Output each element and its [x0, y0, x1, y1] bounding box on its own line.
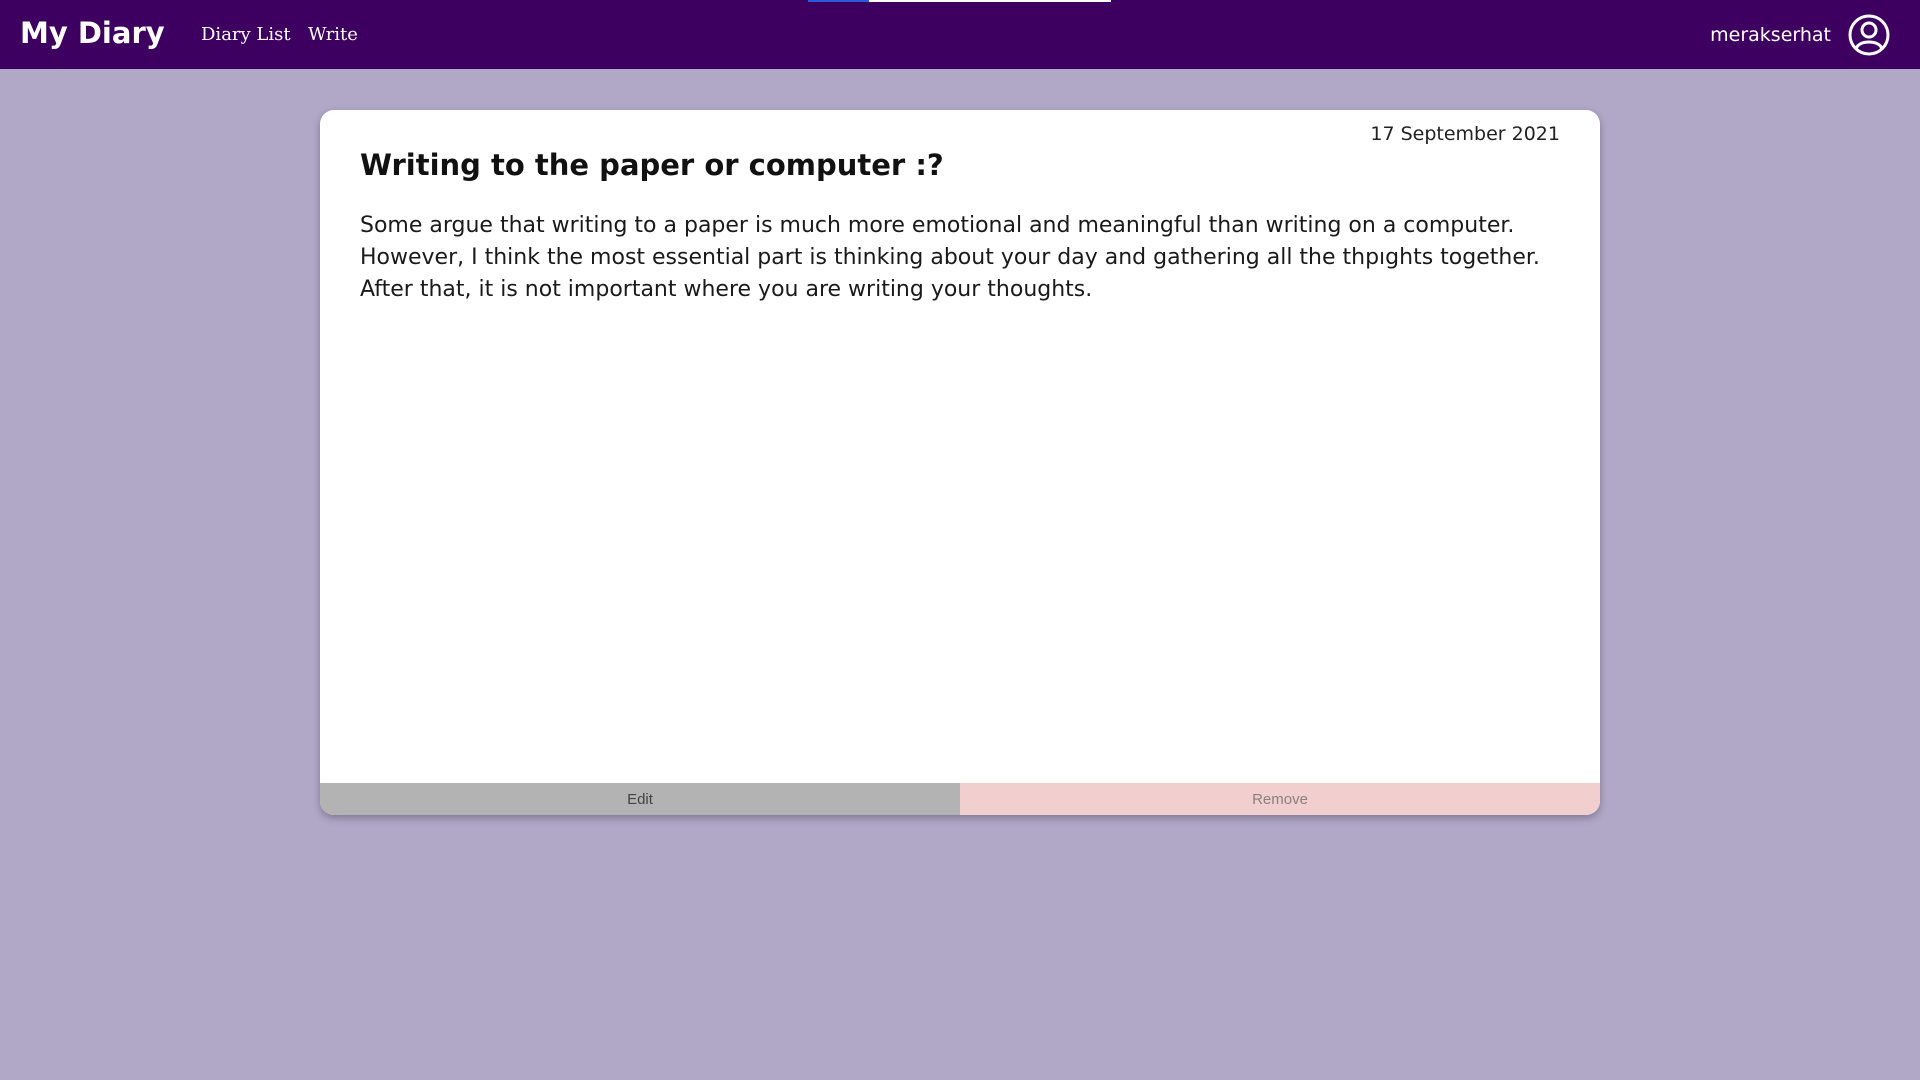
entry-date: 17 September 2021 [1370, 123, 1560, 145]
loading-progress-bar [808, 0, 1111, 2]
nav-link-diary-list[interactable]: Diary List [201, 24, 291, 45]
entry-actions: Edit Remove [320, 783, 1600, 815]
brand-logo-text[interactable]: My Diary [20, 16, 165, 50]
diary-entry-card: 17 September 2021 Writing to the paper o… [320, 110, 1600, 815]
nav-link-write[interactable]: Write [308, 24, 358, 45]
entry-title: Writing to the paper or computer :? [360, 148, 944, 182]
username-label[interactable]: merakserhat [1710, 24, 1831, 46]
remove-button[interactable]: Remove [960, 783, 1600, 815]
entry-body: Some argue that writing to a paper is mu… [360, 213, 1540, 302]
loading-progress-fill [808, 0, 869, 2]
user-circle-icon[interactable] [1848, 14, 1890, 56]
edit-button[interactable]: Edit [320, 783, 960, 815]
top-navbar: My Diary Diary List Write merakserhat [0, 0, 1920, 69]
